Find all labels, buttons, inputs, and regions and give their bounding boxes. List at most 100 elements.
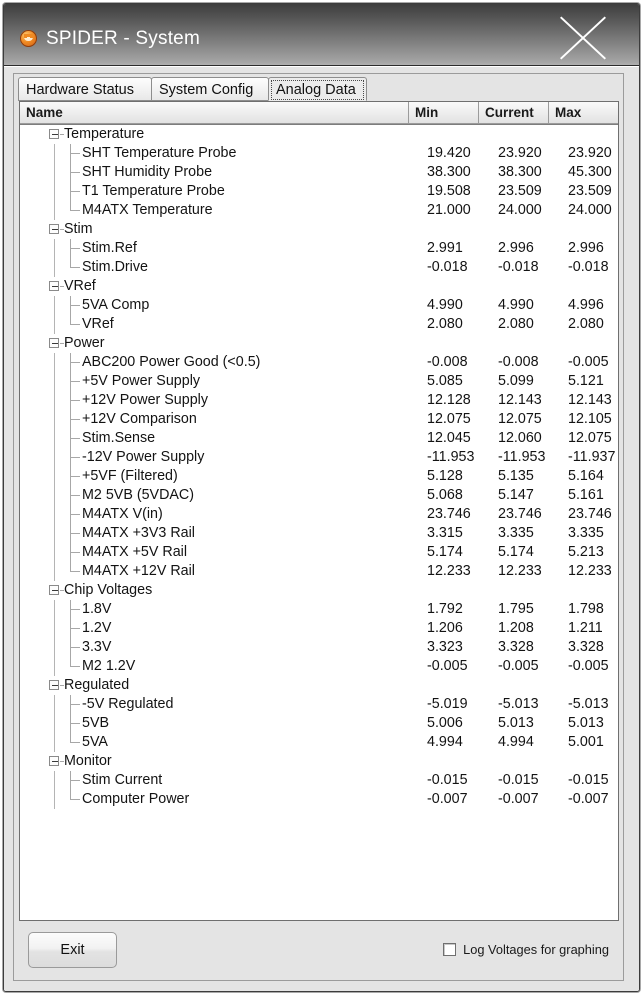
tree-trunk-line [54, 410, 55, 429]
exit-button[interactable]: Exit [28, 932, 117, 968]
row-min-value: 12.233 [427, 563, 471, 579]
tree-trunk-line [54, 429, 55, 448]
grid-row[interactable]: +12V Power Supply 12.128 12.143 12.143 [20, 391, 618, 410]
row-current-value: 12.075 [498, 411, 542, 427]
grid-row[interactable]: 5VB 5.006 5.013 5.013 [20, 714, 618, 733]
grid-group-row[interactable]: Temperature [20, 125, 618, 144]
grid-row[interactable]: M2 1.2V -0.005 -0.005 -0.005 [20, 657, 618, 676]
row-current-value: 23.746 [498, 506, 542, 522]
column-header-current[interactable]: Current [479, 102, 549, 124]
row-name: M4ATX +5V Rail [82, 544, 188, 560]
title-bar: SPIDER - System [4, 4, 639, 66]
row-current-value: 3.328 [498, 639, 534, 655]
tree-branch-connector [70, 704, 80, 705]
tree-trunk-line [54, 771, 55, 790]
row-min-value: 5.174 [427, 544, 463, 560]
grid-row[interactable]: M4ATX Temperature 21.000 24.000 24.000 [20, 201, 618, 220]
grid-group-row[interactable]: Regulated [20, 676, 618, 695]
grid-row[interactable]: 3.3V 3.323 3.328 3.328 [20, 638, 618, 657]
row-name: Computer Power [82, 791, 190, 807]
row-max-value: 5.164 [568, 468, 604, 484]
grid-row[interactable]: M4ATX +3V3 Rail 3.315 3.335 3.335 [20, 524, 618, 543]
grid-row[interactable]: M4ATX V(in) 23.746 23.746 23.746 [20, 505, 618, 524]
row-name: Chip Voltages [64, 582, 153, 598]
grid-row[interactable]: Stim Current -0.015 -0.015 -0.015 [20, 771, 618, 790]
collapse-icon[interactable] [49, 224, 59, 234]
row-max-value: 1.211 [568, 620, 603, 636]
row-min-value: 12.075 [427, 411, 471, 427]
row-min-value: -11.953 [427, 449, 475, 465]
checkbox-box[interactable] [443, 942, 457, 956]
tab-analog-data[interactable]: Analog Data [268, 77, 367, 101]
tree-trunk-line [54, 790, 55, 809]
tree-trunk-line [54, 144, 55, 163]
grid-row[interactable]: T1 Temperature Probe 19.508 23.509 23.509 [20, 182, 618, 201]
tab-system-config[interactable]: System Config [151, 77, 269, 101]
grid-row[interactable]: -12V Power Supply -11.953 -11.953 -11.937 [20, 448, 618, 467]
grid-row[interactable]: M4ATX +5V Rail 5.174 5.174 5.213 [20, 543, 618, 562]
collapse-icon[interactable] [49, 129, 59, 139]
tree-trunk-line [54, 638, 55, 657]
log-voltages-checkbox[interactable]: Log Voltages for graphing [443, 939, 609, 959]
row-max-value: 23.509 [568, 183, 612, 199]
grid-row[interactable]: Computer Power -0.007 -0.007 -0.007 [20, 790, 618, 809]
grid-group-row[interactable]: Stim [20, 220, 618, 239]
collapse-icon[interactable] [49, 680, 59, 690]
tree-trunk-line [54, 353, 55, 372]
grid-row[interactable]: 1.8V 1.792 1.795 1.798 [20, 600, 618, 619]
grid-row[interactable]: -5V Regulated -5.019 -5.013 -5.013 [20, 695, 618, 714]
collapse-icon[interactable] [49, 338, 59, 348]
grid-row[interactable]: +5V Power Supply 5.085 5.099 5.121 [20, 372, 618, 391]
row-name: 3.3V [82, 639, 112, 655]
tree-branch-connector [70, 419, 80, 420]
tree-trunk-line [54, 619, 55, 638]
grid-group-row[interactable]: Power [20, 334, 618, 353]
grid-row[interactable]: Stim.Drive -0.018 -0.018 -0.018 [20, 258, 618, 277]
grid-group-row[interactable]: Monitor [20, 752, 618, 771]
analog-data-grid[interactable]: Name Min Current Max Temperature SHT Temp… [19, 101, 619, 921]
column-header-name[interactable]: Name [20, 102, 409, 124]
grid-group-row[interactable]: Chip Voltages [20, 581, 618, 600]
tree-branch-connector [70, 628, 80, 629]
tab-hardware-status[interactable]: Hardware Status [18, 77, 152, 101]
window-title: SPIDER - System [46, 28, 200, 49]
row-max-value: 12.233 [568, 563, 612, 579]
collapse-icon[interactable] [49, 756, 59, 766]
row-name: -5V Regulated [82, 696, 174, 712]
grid-row[interactable]: 5VA Comp 4.990 4.990 4.996 [20, 296, 618, 315]
column-header-max[interactable]: Max [549, 102, 618, 124]
row-min-value: -0.005 [427, 658, 468, 674]
tree-trunk-line [54, 524, 55, 543]
row-current-value: -0.007 [498, 791, 539, 807]
column-header-min[interactable]: Min [409, 102, 479, 124]
grid-row[interactable]: ABC200 Power Good (<0.5) -0.008 -0.008 -0.0… [20, 353, 618, 372]
row-min-value: -0.007 [427, 791, 468, 807]
grid-row[interactable]: SHT Temperature Probe 19.420 23.920 23.920 [20, 144, 618, 163]
tree-branch-connector [70, 742, 80, 743]
grid-row[interactable]: 5VA 4.994 4.994 5.001 [20, 733, 618, 752]
collapse-icon[interactable] [49, 281, 59, 291]
grid-group-row[interactable]: VRef [20, 277, 618, 296]
grid-row[interactable]: M2 5VB (5VDAC) 5.068 5.147 5.161 [20, 486, 618, 505]
grid-row[interactable]: Stim.Sense 12.045 12.060 12.075 [20, 429, 618, 448]
row-current-value: 3.335 [498, 525, 534, 541]
grid-row[interactable]: VRef 2.080 2.080 2.080 [20, 315, 618, 334]
grid-row[interactable]: +12V Comparison 12.075 12.075 12.105 [20, 410, 618, 429]
tree-branch-connector [70, 172, 80, 173]
row-name: T1 Temperature Probe [82, 183, 225, 199]
spider-icon [20, 30, 37, 47]
row-min-value: 5.006 [427, 715, 463, 731]
tree-trunk-line [54, 543, 55, 562]
row-current-value: 1.208 [498, 620, 534, 636]
row-name: Monitor [64, 753, 112, 769]
grid-row[interactable]: M4ATX +12V Rail 12.233 12.233 12.233 [20, 562, 618, 581]
tree-trunk-line [54, 315, 55, 334]
grid-row[interactable]: 1.2V 1.206 1.208 1.211 [20, 619, 618, 638]
row-max-value: -0.005 [568, 354, 609, 370]
grid-row[interactable]: Stim.Ref 2.991 2.996 2.996 [20, 239, 618, 258]
row-min-value: 12.045 [427, 430, 471, 446]
grid-row[interactable]: SHT Humidity Probe 38.300 38.300 45.300 [20, 163, 618, 182]
close-icon[interactable] [559, 15, 607, 60]
grid-row[interactable]: +5VF (Filtered) 5.128 5.135 5.164 [20, 467, 618, 486]
collapse-icon[interactable] [49, 585, 59, 595]
